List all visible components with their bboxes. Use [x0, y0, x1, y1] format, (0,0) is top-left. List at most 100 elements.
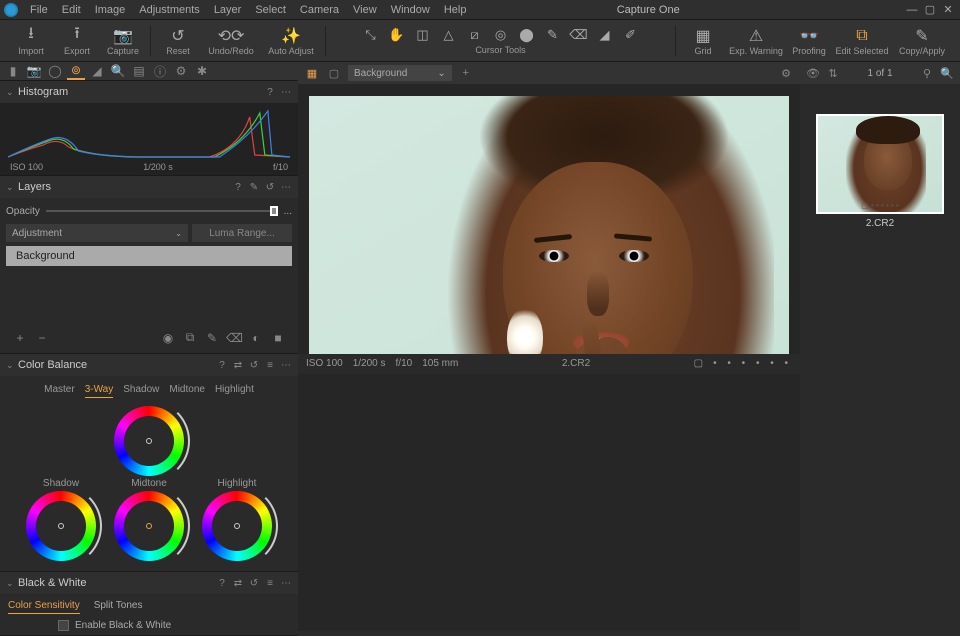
chevron-down-icon[interactable]: ⌄ — [6, 360, 18, 371]
cursor-crop-icon[interactable]: ◫ — [413, 26, 433, 44]
capture-button[interactable]: 📷Capture — [100, 21, 146, 61]
fill-icon[interactable]: ■ — [270, 331, 286, 345]
auto-adjust-button[interactable]: ✨Auto Adjust — [261, 21, 321, 61]
cursor-hand-icon[interactable]: ✋ — [387, 26, 407, 44]
proofing-button[interactable]: 👓Proofing — [786, 21, 832, 61]
menu-image[interactable]: Image — [89, 2, 132, 18]
help-icon[interactable]: ? — [264, 87, 276, 98]
menu-select[interactable]: Select — [249, 2, 292, 18]
search-icon[interactable]: ⚲ — [920, 67, 934, 80]
tab-lens-icon[interactable]: ◯ — [46, 62, 64, 80]
close-button[interactable]: ✕ — [940, 3, 956, 16]
minimize-button[interactable]: — — [904, 4, 920, 16]
view-single-icon[interactable]: ▢ — [326, 65, 342, 81]
tab-output-icon[interactable]: ⚙ — [172, 62, 190, 80]
zoom-icon[interactable]: 🔍 — [940, 67, 954, 80]
tab-details-icon[interactable]: 🔍 — [109, 62, 127, 80]
undo-redo-button[interactable]: ⟲⟳Undo/Redo — [201, 21, 261, 61]
menu-camera[interactable]: Camera — [294, 2, 345, 18]
viewer-settings-icon[interactable]: ⚙ — [778, 65, 794, 81]
menu-icon[interactable]: ⋯ — [280, 578, 292, 589]
bw-tab-sensitivity[interactable]: Color Sensitivity — [8, 600, 80, 614]
tab-color-icon[interactable]: ⊚ — [67, 62, 85, 80]
copy-icon[interactable]: ⇄ — [232, 578, 244, 589]
import-button[interactable]: ⭳Import — [8, 21, 54, 61]
bw-tab-split[interactable]: Split Tones — [94, 600, 143, 614]
cb-tab-master[interactable]: Master — [44, 384, 75, 398]
menu-icon[interactable]: ⋯ — [280, 182, 292, 193]
tab-capture-icon[interactable]: 📷 — [25, 62, 43, 80]
gradient-icon[interactable]: ◐ — [248, 331, 264, 345]
cursor-mask-icon[interactable]: ⬤ — [517, 26, 537, 44]
layer-background[interactable]: Background — [6, 246, 292, 266]
invert-icon[interactable]: ⧉ — [182, 330, 198, 345]
cursor-pointer-icon[interactable]: ⤡ — [361, 26, 381, 44]
maximize-button[interactable]: ▢ — [922, 3, 938, 16]
help-icon[interactable]: ? — [216, 360, 228, 371]
bw-enable-checkbox[interactable] — [58, 620, 69, 631]
cb-tab-highlight[interactable]: Highlight — [215, 384, 254, 398]
tab-library-icon[interactable]: ▮ — [4, 62, 22, 80]
reset-icon[interactable]: ↺ — [248, 360, 260, 371]
filter-icon[interactable]: ⇅ — [826, 67, 840, 80]
menu-layer[interactable]: Layer — [208, 2, 248, 18]
chevron-down-icon[interactable]: ⌄ — [6, 578, 18, 589]
chevron-down-icon[interactable]: ⌄ — [6, 87, 18, 98]
cursor-erase-icon[interactable]: ⌫ — [569, 26, 589, 44]
tab-adjust-icon[interactable]: ✱ — [193, 62, 211, 80]
rating-box-icon[interactable]: ▢ — [694, 358, 703, 369]
menu-edit[interactable]: Edit — [56, 2, 87, 18]
cb-tab-midtone[interactable]: Midtone — [169, 384, 205, 398]
reset-icon[interactable]: ↺ — [248, 578, 260, 589]
reset-icon[interactable]: ↺ — [264, 182, 276, 193]
menu-icon[interactable]: ⋯ — [280, 87, 292, 98]
opacity-slider[interactable] — [46, 210, 278, 212]
color-wheel-highlight[interactable] — [202, 491, 272, 561]
menu-file[interactable]: File — [24, 2, 54, 18]
add-view-icon[interactable]: + — [458, 65, 474, 81]
add-layer-icon[interactable]: + — [12, 331, 28, 345]
luma-range-button[interactable]: Luma Range... — [192, 224, 292, 242]
color-wheel-midtone[interactable] — [114, 491, 184, 561]
menu-view[interactable]: View — [347, 2, 383, 18]
edit-selected-button[interactable]: ⧉Edit Selected — [832, 21, 892, 61]
cursor-picker-icon[interactable]: ✐ — [621, 26, 641, 44]
cursor-rotate-icon[interactable]: △ — [439, 26, 459, 44]
color-wheel-shadow[interactable] — [26, 491, 96, 561]
help-icon[interactable]: ? — [232, 182, 244, 193]
help-icon[interactable]: ? — [216, 578, 228, 589]
preset-icon[interactable]: ≡ — [264, 578, 276, 589]
preset-icon[interactable]: ✎ — [248, 182, 260, 193]
tab-metadata-icon[interactable]: ⓘ — [151, 62, 169, 80]
chevron-down-icon[interactable]: ⌄ — [6, 182, 18, 193]
cursor-spot-icon[interactable]: ◎ — [491, 26, 511, 44]
color-tag-dots[interactable]: • • • • • • — [713, 358, 792, 369]
menu-icon[interactable]: ⋯ — [280, 360, 292, 371]
grid-button[interactable]: ▦Grid — [680, 21, 726, 61]
brush-icon[interactable]: ✎ — [204, 331, 220, 345]
copy-apply-button[interactable]: ✎Copy/Apply — [892, 21, 952, 61]
cursor-brush-icon[interactable]: ✎ — [543, 26, 563, 44]
export-button[interactable]: ⭱Export — [54, 21, 100, 61]
color-wheel-top[interactable] — [114, 406, 184, 476]
copy-icon[interactable]: ⇄ — [232, 360, 244, 371]
remove-layer-icon[interactable]: − — [34, 331, 50, 345]
viewer-canvas[interactable] — [298, 84, 800, 354]
layer-type-select[interactable]: Adjustment⌄ — [6, 224, 188, 242]
cb-tab-3way[interactable]: 3-Way — [85, 384, 114, 398]
cb-tab-shadow[interactable]: Shadow — [123, 384, 159, 398]
tab-styles-icon[interactable]: ▤ — [130, 62, 148, 80]
preset-icon[interactable]: ≡ — [264, 360, 276, 371]
erase-icon[interactable]: ⌫ — [226, 331, 242, 345]
eye-icon[interactable]: 👁 — [806, 67, 820, 80]
mask-view-icon[interactable]: ◉ — [160, 331, 176, 345]
cursor-keystone-icon[interactable]: ⧄ — [465, 26, 485, 44]
view-grid-icon[interactable]: ▦ — [304, 65, 320, 81]
reset-button[interactable]: ↺Reset — [155, 21, 201, 61]
exp-warning-button[interactable]: ⚠Exp. Warning — [726, 21, 786, 61]
viewer-layer-select[interactable]: Background⌄ — [348, 65, 452, 81]
menu-adjustments[interactable]: Adjustments — [133, 2, 206, 18]
tab-exposure-icon[interactable]: ◢ — [88, 62, 106, 80]
thumbnail[interactable]: ▢ • • • • • • — [816, 114, 944, 214]
cursor-gradient-icon[interactable]: ◢ — [595, 26, 615, 44]
